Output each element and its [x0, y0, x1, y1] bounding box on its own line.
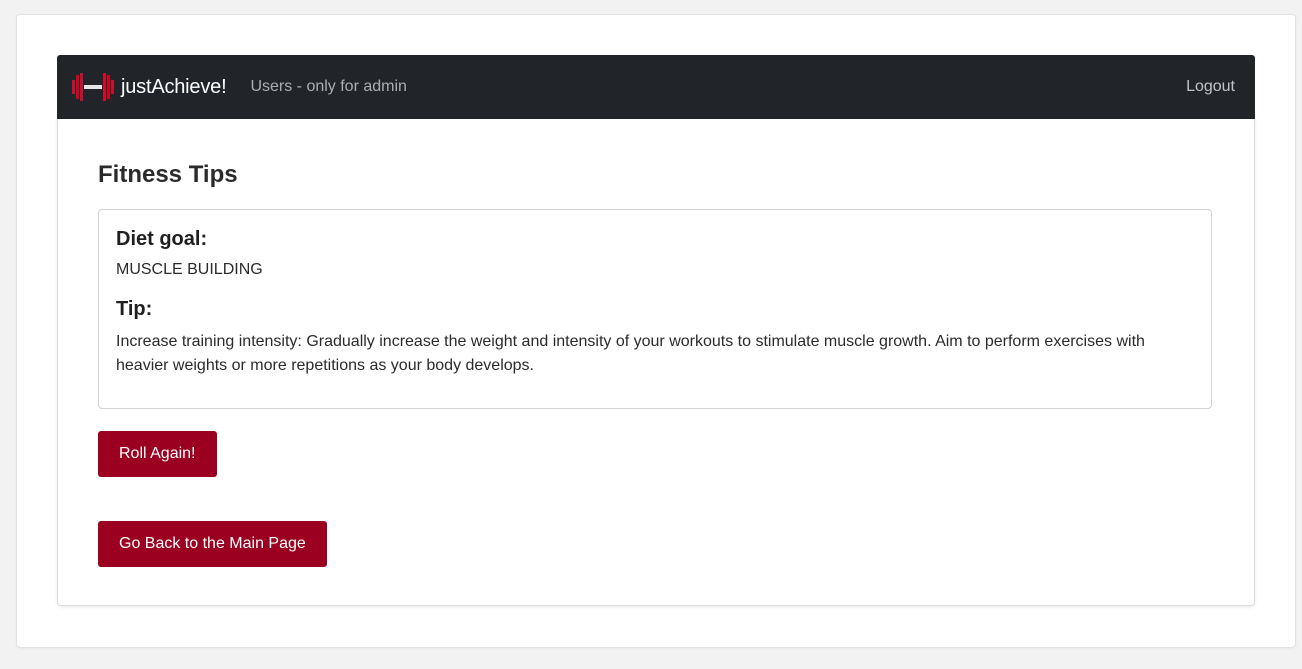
tip-label: Tip: [116, 298, 153, 320]
brand-link[interactable]: justAchieve! [71, 72, 227, 102]
diet-goal-label: Diet goal: [116, 228, 208, 250]
roll-again-button[interactable]: Roll Again! [98, 431, 217, 477]
navbar: justAchieve! Users - only for admin Logo… [57, 55, 1255, 119]
fitness-tips-card: Fitness Tips Diet goal: MUSCLE BUILDING … [57, 119, 1255, 606]
logout-link[interactable]: Logout [1186, 78, 1235, 96]
page-title: Fitness Tips [98, 161, 238, 188]
tip-text: Increase training intensity: Gradually i… [116, 333, 1145, 374]
tip-box: Diet goal: MUSCLE BUILDING Tip: Increase… [98, 209, 1212, 409]
brand-name: justAchieve! [121, 75, 227, 98]
diet-goal-value: MUSCLE BUILDING [116, 261, 263, 278]
dumbbell-icon [72, 73, 114, 101]
back-to-main-button[interactable]: Go Back to the Main Page [98, 521, 327, 567]
page-container: justAchieve! Users - only for admin Logo… [16, 14, 1296, 648]
nav-users-link[interactable]: Users - only for admin [250, 78, 407, 96]
